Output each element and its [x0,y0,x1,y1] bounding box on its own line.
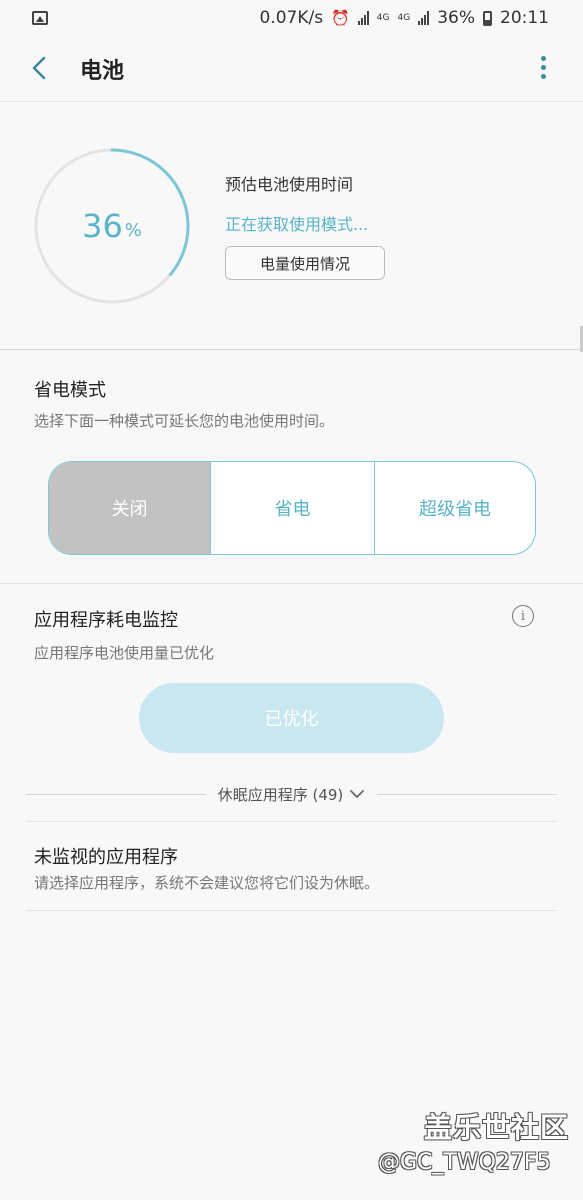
back-arrow-icon [32,56,46,80]
battery-section-divider [0,349,583,350]
estimate-label: 预估电池使用时间 [225,175,354,194]
alarm-icon: ⏰ [331,9,350,27]
battery-icon [483,10,492,26]
battery-percent-sign: % [124,219,142,241]
gallery-notification-icon [32,11,48,25]
clock: 20:11 [500,8,549,28]
watermark-handle: @GC_TWQ27F5 [378,1150,551,1175]
power-mode-selector: 关闭 省电 超级省电 [48,461,536,555]
network-4g-a: 4G [376,12,390,23]
app-bar: 电池 [0,36,583,102]
chevron-down-icon [350,790,365,798]
info-icon[interactable]: i [512,605,534,627]
optimized-button[interactable]: 已优化 [139,683,444,753]
battery-ring: 36 % [33,147,191,305]
header-divider [0,101,583,102]
power-section-divider [0,583,583,584]
app-monitor-title: 应用程序耗电监控 [34,610,178,631]
mode-option-off[interactable]: 关闭 [49,462,210,554]
list-divider-top [26,821,557,822]
battery-usage-button[interactable]: 电量使用情况 [225,246,385,280]
power-saving-title: 省电模式 [34,380,106,401]
sleeping-divider-left [26,793,206,795]
app-monitor-description: 应用程序电池使用量已优化 [34,644,215,662]
sleeping-apps-toggle[interactable]: 休眠应用程序 (49) [206,784,378,805]
net-speed: 0.07K/s [259,8,324,28]
signal-e-icon [357,11,369,25]
battery-percent-display: 36 % [33,147,191,305]
battery-percent-status: 36% [437,8,475,28]
network-4g-b: 4G [397,12,411,23]
power-saving-description: 选择下面一种模式可延长您的电池使用时间。 [34,412,335,430]
sleeping-apps-label: 休眠应用程序 (49) [217,785,344,804]
mode-option-ultra-saving[interactable]: 超级省电 [374,462,535,554]
back-button[interactable] [24,52,56,84]
list-divider-bottom [26,910,557,911]
page-title: 电池 [80,59,125,84]
sleeping-divider-right [377,793,557,795]
mode-option-saving[interactable]: 省电 [210,462,374,554]
battery-percent-number: 36 [82,207,123,245]
sleeping-apps-row: 休眠应用程序 (49) [26,780,557,808]
status-bar: 0.07K/s ⏰ 4G 4G 36% 20:11 [0,0,583,36]
more-vert-icon [533,56,553,79]
usage-status-text: 正在获取使用模式... [225,215,369,234]
more-options-button[interactable] [533,54,553,84]
unmonitored-apps-title[interactable]: 未监视的应用程序 [34,843,178,869]
unmonitored-apps-description: 请选择应用程序，系统不会建议您将它们设为休眠。 [34,874,380,892]
watermark-title: 盖乐世社区 [424,1111,570,1144]
signal-4g-icon [418,11,430,25]
